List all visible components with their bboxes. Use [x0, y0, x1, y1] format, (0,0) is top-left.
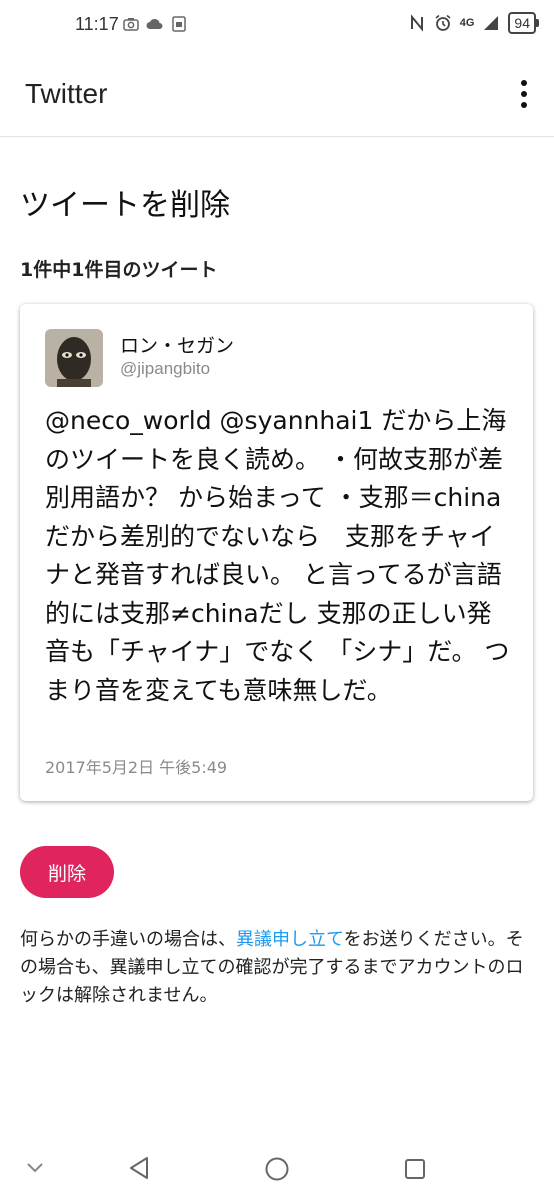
chevron-down-icon[interactable] — [26, 1162, 44, 1174]
system-nav-bar — [0, 1140, 554, 1200]
page-title: ツイートを削除 — [20, 188, 230, 223]
user-handle: @jipangbito — [120, 359, 211, 378]
status-bar: 11:17 4G 94 — [0, 0, 554, 50]
app-title: Twitter — [25, 78, 108, 109]
nfc-icon — [410, 14, 423, 32]
back-icon[interactable] — [127, 1155, 151, 1181]
tweet-card: ロン・セガン @jipangbito @neco_world @syannhai… — [20, 304, 533, 801]
more-vert-icon[interactable] — [516, 80, 532, 110]
delete-button[interactable]: 削除 — [20, 846, 114, 898]
avatar — [45, 329, 103, 387]
home-icon[interactable] — [264, 1156, 290, 1182]
battery-indicator: 94 — [508, 12, 539, 34]
app-bar: Twitter — [0, 50, 554, 137]
appeal-notice: 何らかの手違いの場合は、異議申し立てをお送りください。その場合も、異議申し立ての… — [20, 926, 538, 1010]
network-type: 4G — [459, 17, 475, 29]
status-time: 11:17 — [75, 14, 119, 34]
alarm-icon — [435, 14, 451, 31]
tweet-counter: 1件中1件目のツイート — [20, 259, 218, 281]
tweet-timestamp: 2017年5月2日 午後5:49 — [45, 758, 228, 777]
sim-icon — [172, 16, 186, 32]
tweet-text: @neco_world @syannhai1 だから上海のツイートを良く読め。 … — [45, 406, 510, 705]
camera-icon — [123, 18, 139, 31]
status-system-icons: 4G 94 — [408, 12, 539, 34]
status-notification-icons — [122, 15, 188, 33]
user-name: ロン・セガン — [120, 335, 235, 357]
recents-icon[interactable] — [404, 1158, 426, 1180]
notice-text-before: 何らかの手違いの場合は、 — [20, 929, 236, 950]
signal-icon — [484, 16, 499, 30]
appeal-link[interactable]: 異議申し立て — [236, 929, 344, 950]
cloud-icon — [146, 18, 163, 29]
